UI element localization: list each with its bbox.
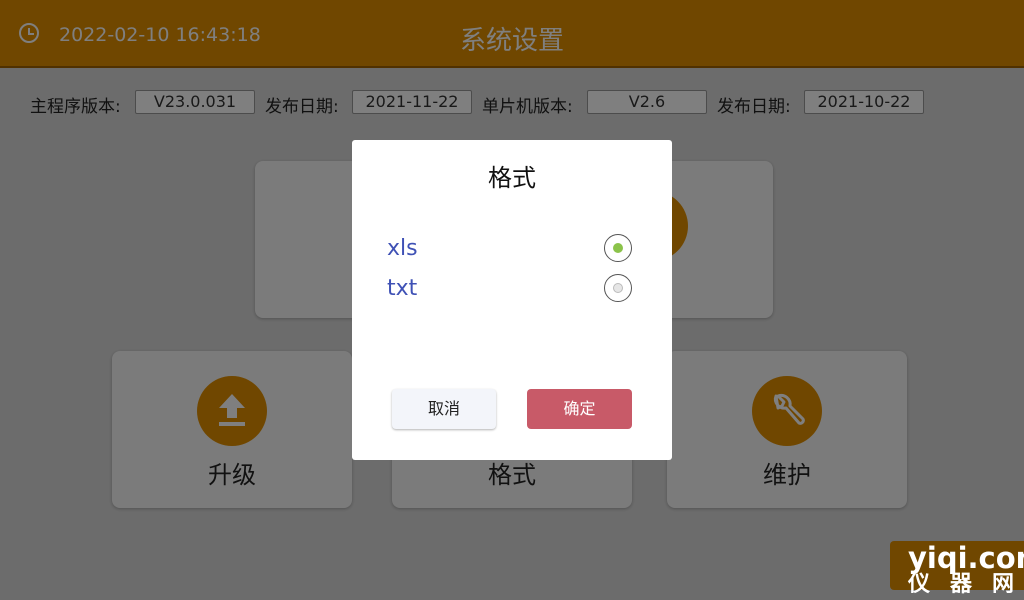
option-txt-radio[interactable] bbox=[604, 274, 632, 302]
radio-selected-dot bbox=[613, 243, 623, 253]
watermark-line2: 仪器网 bbox=[908, 572, 1024, 597]
confirm-button[interactable]: 确定 bbox=[527, 389, 632, 429]
option-xls-radio[interactable] bbox=[604, 234, 632, 262]
format-dialog: 格式 xls txt 取消 确定 bbox=[352, 140, 672, 460]
radio-unselected-dot bbox=[613, 283, 623, 293]
option-txt-label[interactable]: txt bbox=[387, 276, 417, 301]
cancel-button[interactable]: 取消 bbox=[392, 389, 496, 429]
watermark-line1: yiqi.com bbox=[908, 541, 1024, 575]
dialog-title: 格式 bbox=[488, 164, 536, 192]
option-xls-label[interactable]: xls bbox=[387, 236, 418, 261]
watermark: yiqi.com 仪器网 bbox=[908, 544, 1024, 596]
